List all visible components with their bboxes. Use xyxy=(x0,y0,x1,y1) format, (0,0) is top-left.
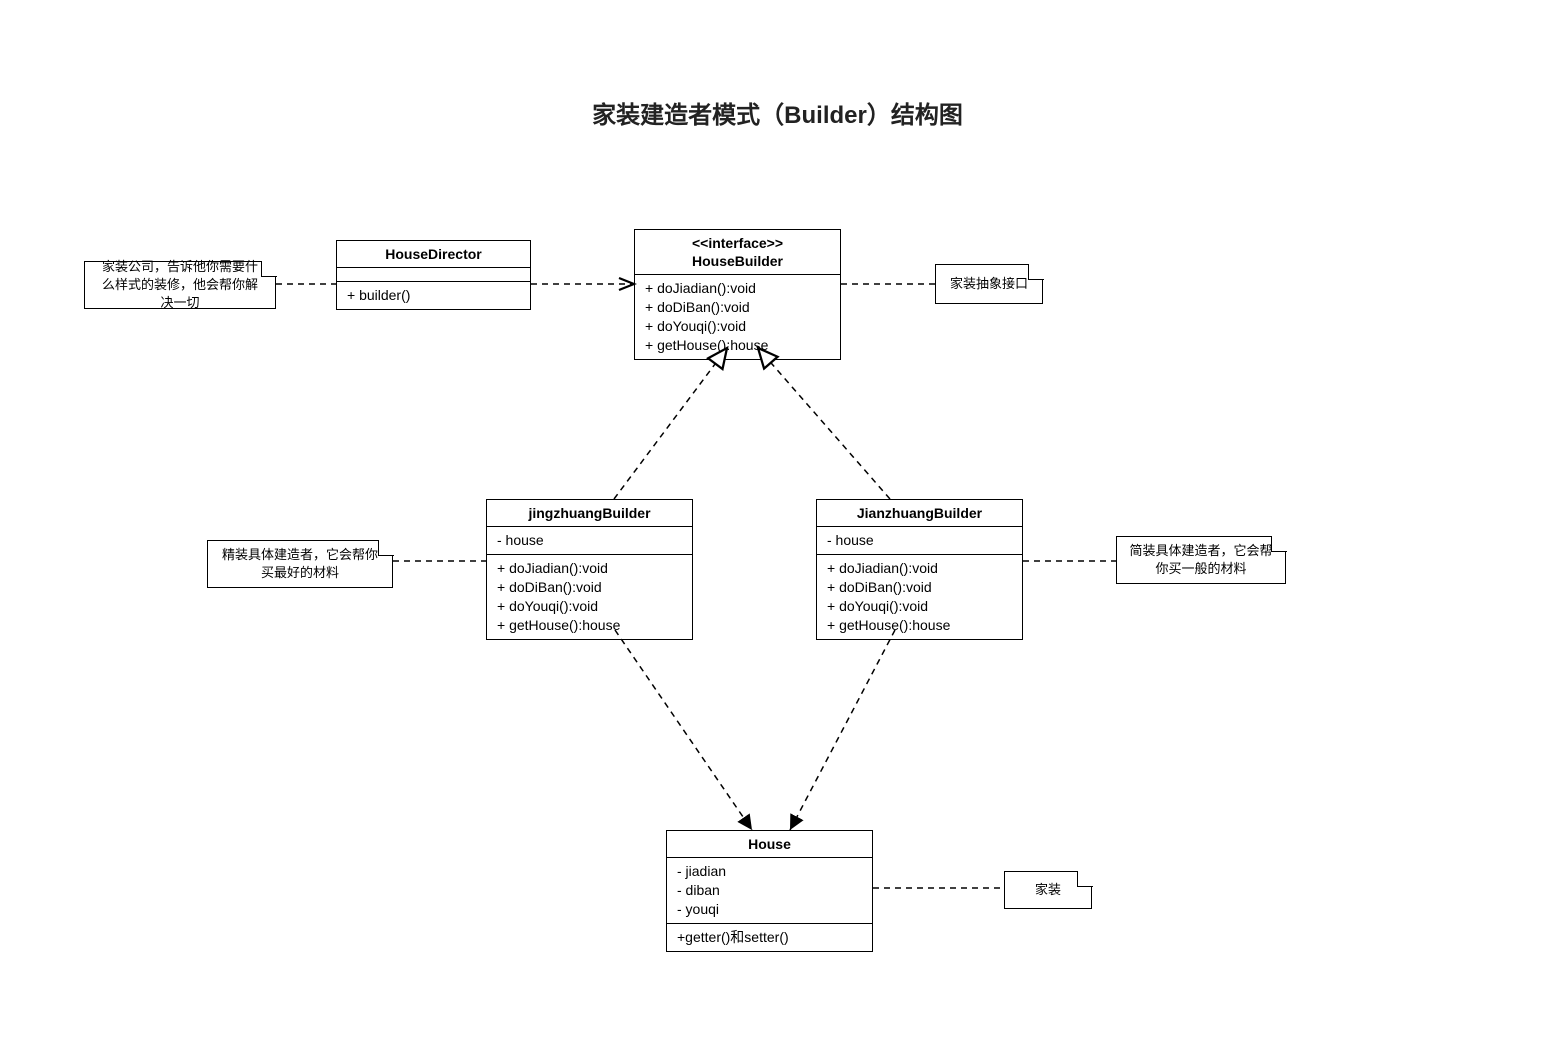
note-jian: 简装具体建造者，它会帮你买一般的材料 xyxy=(1116,536,1286,584)
class-attrs: - house xyxy=(817,527,1022,555)
note-text: 精装具体建造者，它会帮你买最好的材料 xyxy=(220,546,380,582)
diagram-title: 家装建造者模式（Builder）结构图 xyxy=(0,95,1555,130)
class-name: jingzhuangBuilder xyxy=(487,500,692,527)
class-attrs xyxy=(337,268,530,282)
note-text: 家装 xyxy=(1035,881,1061,899)
note-director: 家装公司，告诉他你需要什么样式的装修，他会帮你解决一切 xyxy=(84,261,276,309)
class-methods: + doJiadian():void + doDiBan():void + do… xyxy=(487,555,692,639)
note-text: 家装抽象接口 xyxy=(950,275,1028,293)
class-name: HouseDirector xyxy=(337,241,530,268)
class-stereotype: <<interface>> xyxy=(643,234,832,252)
class-attrs: - house xyxy=(487,527,692,555)
class-methods: + builder() xyxy=(337,282,530,309)
class-house-director: HouseDirector + builder() xyxy=(336,240,531,310)
note-text: 简装具体建造者，它会帮你买一般的材料 xyxy=(1129,542,1273,578)
note-builder: 家装抽象接口 xyxy=(935,264,1043,304)
class-name: House xyxy=(667,831,872,858)
class-name: JianzhuangBuilder xyxy=(817,500,1022,527)
note-house: 家装 xyxy=(1004,871,1092,909)
class-house-builder: <<interface>> HouseBuilder + doJiadian()… xyxy=(634,229,841,360)
class-methods: + doJiadian():void + doDiBan():void + do… xyxy=(817,555,1022,639)
note-jing: 精装具体建造者，它会帮你买最好的材料 xyxy=(207,540,393,588)
class-methods: +getter()和setter() xyxy=(667,924,872,951)
class-attrs: - jiadian - diban - youqi xyxy=(667,858,872,924)
note-text: 家装公司，告诉他你需要什么样式的装修，他会帮你解决一切 xyxy=(97,258,263,313)
class-house: House - jiadian - diban - youqi +getter(… xyxy=(666,830,873,952)
class-name: HouseBuilder xyxy=(643,252,832,270)
class-jingzhuang-builder: jingzhuangBuilder - house + doJiadian():… xyxy=(486,499,693,640)
class-jianzhuang-builder: JianzhuangBuilder - house + doJiadian():… xyxy=(816,499,1023,640)
class-methods: + doJiadian():void + doDiBan():void + do… xyxy=(635,275,840,359)
